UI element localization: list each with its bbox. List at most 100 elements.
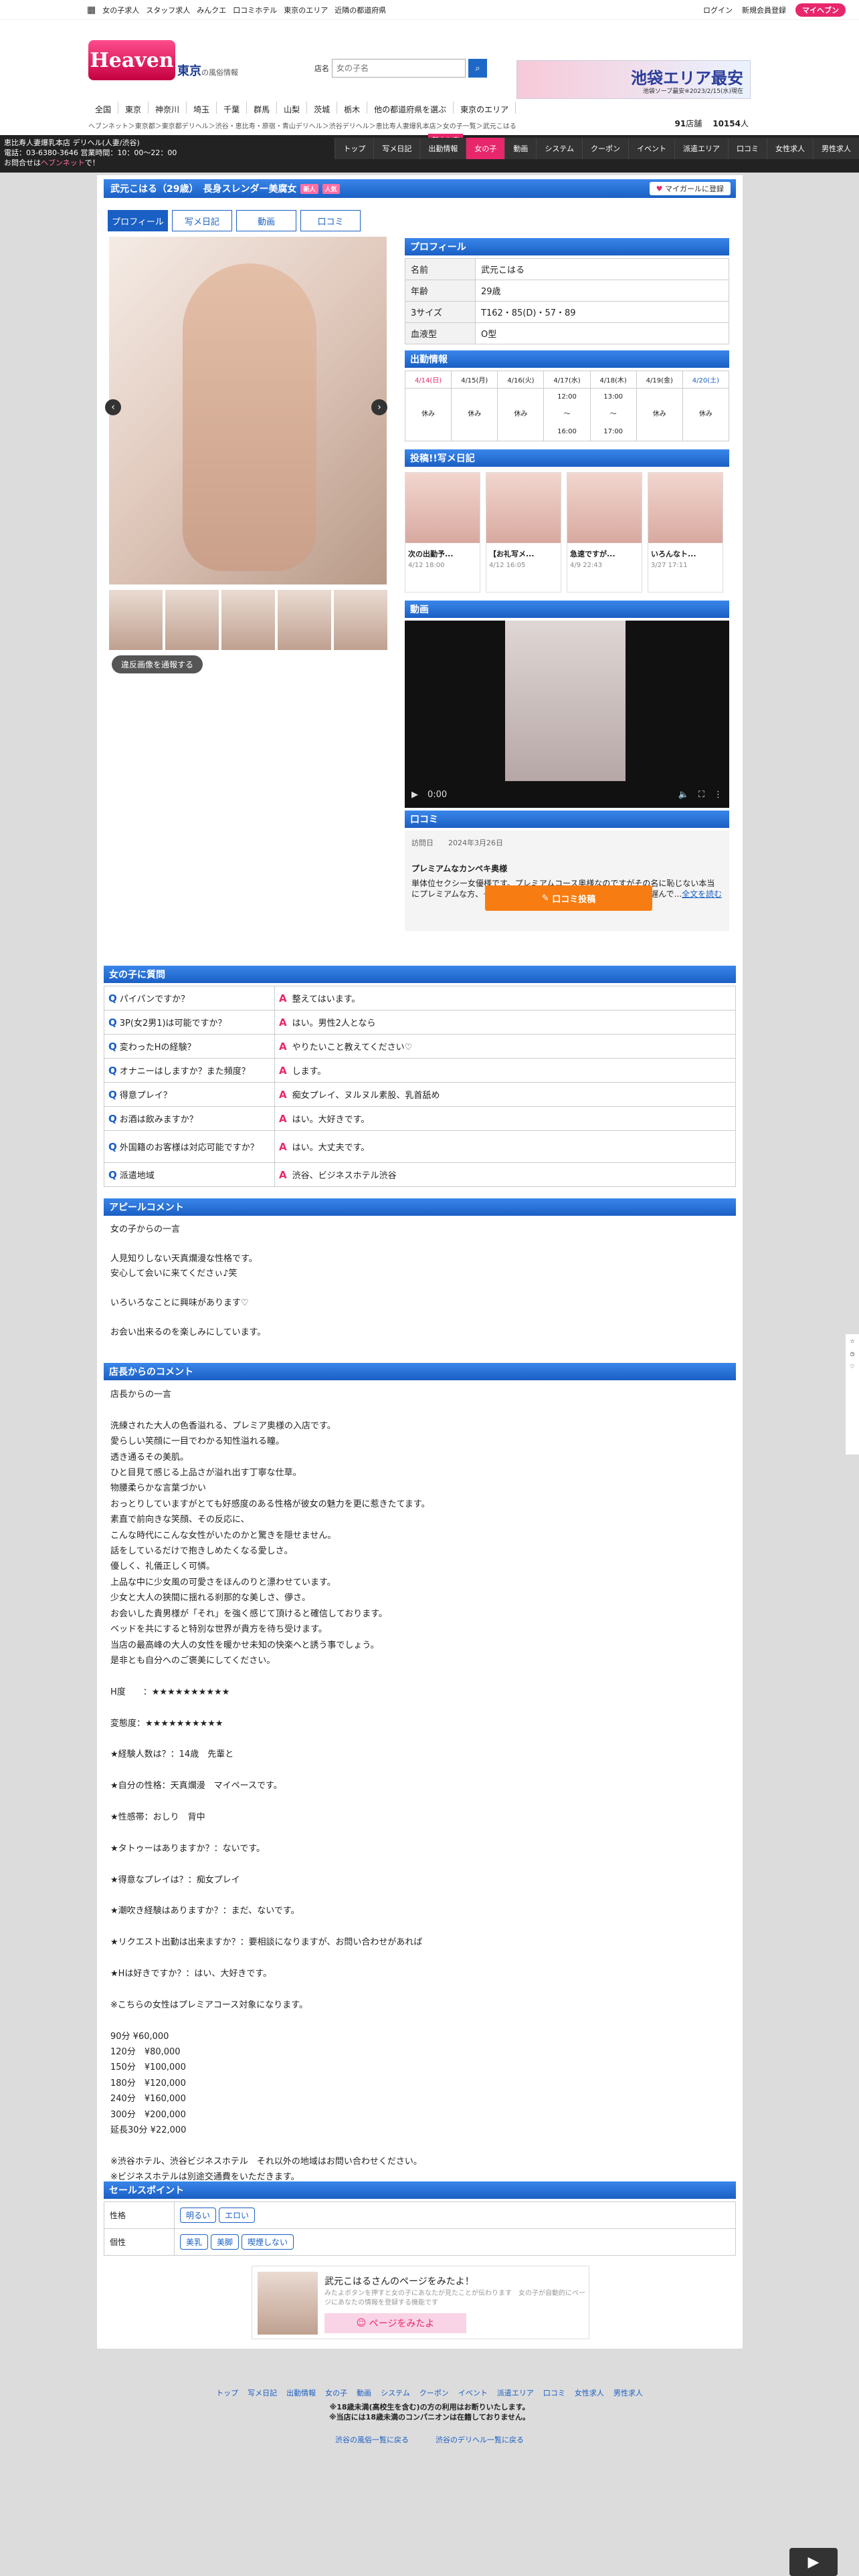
post-review-button[interactable]: ✎ 口コミ投稿 xyxy=(485,885,652,911)
shop-name[interactable]: 恵比寿人妻爆乳本店 デリヘル(人妻/渋谷) xyxy=(4,138,177,148)
main-photo[interactable] xyxy=(109,237,387,584)
shop-tab[interactable]: 女性求人 xyxy=(767,138,813,159)
footer-link[interactable]: 出勤情報 xyxy=(286,2387,316,2398)
footer-link[interactable]: 動画 xyxy=(357,2387,371,2398)
report-image-button[interactable]: 違反画像を通報する xyxy=(112,655,203,673)
profile-table: 名前 武元こはる 年齢 29歳 3サイズ T162・85(D)・57・89 血液型 O型 xyxy=(405,258,729,344)
shop-bar: 恵比寿人妻爆乳本店 デリヘル(人妻/渋谷) 電話：03-6380-3646 営業… xyxy=(0,134,859,173)
mypage-button[interactable]: マイヘブン xyxy=(795,3,846,17)
more-icon[interactable]: ⋮ xyxy=(714,790,723,800)
shop-tab[interactable]: 動画 xyxy=(504,138,537,159)
prev-arrow-icon[interactable]: ‹ xyxy=(105,399,121,415)
diary-card[interactable]: 急速ですが... 4/9 22:43 xyxy=(567,472,642,593)
smile-icon: ☺ xyxy=(356,2318,367,2329)
subtab-profile[interactable]: プロフィール xyxy=(108,210,168,231)
volume-icon[interactable]: 🔈 xyxy=(678,790,689,800)
fullscreen-icon[interactable]: ⛶ xyxy=(698,790,704,800)
shop-comment-section: 店長からのコメント 店長からの一言 洗練された大人の色香溢れる、プレミア奥様の入… xyxy=(104,1363,736,2192)
shop-tab[interactable]: 出勤情報 xyxy=(419,138,466,159)
mitayo-promo: 武元こはるさんのページをみたよ！ みたよボタンを押すと女の子にあなたが見たことが… xyxy=(252,2266,589,2339)
footer-link[interactable]: イベント xyxy=(458,2387,488,2398)
sales-pill: 明るい xyxy=(180,2208,217,2223)
thumbnail[interactable] xyxy=(165,590,219,650)
footer-sub-links: 渋谷の風俗一覧に戻る 渋谷のデリヘル一覧に戻る xyxy=(0,2434,859,2445)
toplink-minque[interactable]: みんクエ xyxy=(197,5,226,15)
search-input[interactable] xyxy=(332,59,466,78)
subtab-review[interactable]: 口コミ xyxy=(300,210,361,231)
footer-link[interactable]: 女の子 xyxy=(325,2387,347,2398)
read-more-link[interactable]: 全文を読む xyxy=(682,889,722,899)
thumbnail[interactable] xyxy=(334,590,387,650)
toplink-review-hotel[interactable]: 口コミホテル xyxy=(233,5,277,15)
play-icon[interactable]: ▶ xyxy=(789,2548,838,2576)
next-arrow-icon[interactable]: › xyxy=(371,399,387,415)
heart-icon[interactable]: ♡ xyxy=(850,1364,854,1370)
breadcrumb[interactable]: ヘブンネット＞東京都＞東京都デリヘル＞渋谷・恵比寿・原宿・青山デリヘル＞渋谷デリ… xyxy=(88,120,516,130)
toplink-staff-job[interactable]: スタッフ求人 xyxy=(146,5,190,15)
shop-tab[interactable]: 写メ日記 xyxy=(373,138,420,159)
thumbnail[interactable] xyxy=(278,590,331,650)
subtab-video[interactable]: 動画 xyxy=(236,210,296,231)
search-icon[interactable]: ⌕ xyxy=(468,59,487,78)
footer-link[interactable]: 写メ日記 xyxy=(248,2387,277,2398)
footer-link[interactable]: クーポン xyxy=(419,2387,449,2398)
thumbnail[interactable] xyxy=(221,590,275,650)
play-icon[interactable]: ▶ xyxy=(411,790,418,800)
shop-note: お問合せはヘブンネットで！ xyxy=(4,158,100,167)
my-girl-button[interactable]: ♥ マイガールに登録 xyxy=(649,182,731,195)
qa-row: Q お酒は飲みますか？ A はい。大好きです。 xyxy=(104,1106,736,1131)
back-to-deli-list[interactable]: 渋谷のデリヘル一覧に戻る xyxy=(436,2434,524,2445)
qa-row: Q 外国籍のお客様は対応可能ですか？ A はい。大丈夫です。 xyxy=(104,1130,736,1163)
shop-tab[interactable]: 派遣エリア xyxy=(674,138,728,159)
diary-card[interactable]: 【お礼写メ... 4/12 16:05 xyxy=(486,472,561,593)
shop-tab[interactable]: イベント xyxy=(628,138,674,159)
shop-tab[interactable]: クーポン xyxy=(582,138,628,159)
back-to-fuzoku-list[interactable]: 渋谷の風俗一覧に戻る xyxy=(335,2434,409,2445)
toplink-tokyo-area[interactable]: 東京のエリア xyxy=(284,5,328,15)
footer-link[interactable]: システム xyxy=(381,2387,410,2398)
site-logo[interactable]: Heaven xyxy=(88,40,175,80)
diary-card[interactable]: いろんなト... 3/27 17:11 xyxy=(648,472,723,593)
girl-title-bar: 武元こはる（29歳） 長身スレンダー美腐女 新人 人気 ♥ マイガールに登録 xyxy=(104,179,736,198)
footer-link[interactable]: 派遣エリア xyxy=(497,2387,534,2398)
shop-phone: 電話：03-6380-3646 営業時間：10：00～22：00 xyxy=(4,148,177,157)
footer-link[interactable]: 女性求人 xyxy=(575,2387,604,2398)
shop-tab[interactable]: 口コミ xyxy=(728,138,767,159)
shop-tab-active[interactable]: 女の子 xyxy=(466,138,505,159)
footer-link[interactable]: 口コミ xyxy=(543,2387,565,2398)
shop-tabs: トップ 写メ日記 出勤情報 女の子 動画 システム クーポン イベント 派遣エリ… xyxy=(335,138,859,159)
register-link[interactable]: 新規会員登録 xyxy=(742,5,786,15)
footer-link[interactable]: トップ xyxy=(216,2387,238,2398)
review-section: 口コミ 訪問日 2024年3月26日 プレミアムなカンペキ奥様 単体位セクシー女… xyxy=(405,811,729,931)
search-label: 店名 xyxy=(314,64,329,73)
thumbnail[interactable] xyxy=(109,590,163,650)
appeal-text: 女の子からの一言 人見知りしない天真爛漫な性格です。 安心して会いに来てくださぃ… xyxy=(110,1224,266,1337)
toplink-nearby-pref[interactable]: 近隣の都道府県 xyxy=(335,5,386,15)
appeal-section: アピールコメント 女の子からの一言 人見知りしない天真爛漫な性格です。 安心して… xyxy=(104,1198,736,1347)
tag-badge: 人気 xyxy=(322,183,340,194)
qa-table: Q パイパンですか？ A 整えてはいます。 Q 3P(女2男1)は可能ですか？ A はい。男… xyxy=(104,986,736,1187)
toplink-girls-job[interactable]: 女の子求人 xyxy=(102,5,139,15)
diary-heading: 投稿!!写メ日記 xyxy=(405,449,729,467)
qa-row: Q 得意プレイ？ A 痴女プレイ、ヌルヌル素股、乳首舐め xyxy=(104,1082,736,1107)
profile-section: プロフィール 名前 武元こはる 年齢 29歳 3サイズ T162・85(D)・57・8… xyxy=(405,238,729,344)
qa-row: Q 派遣地域 A 渋谷、ビジネスホテル渋谷 xyxy=(104,1162,736,1187)
grid-icon[interactable]: ▦ xyxy=(87,5,96,15)
footer-link[interactable]: 男性求人 xyxy=(613,2387,643,2398)
history-icon[interactable]: ◷ xyxy=(850,1351,855,1357)
diary-card[interactable]: 次の出勤予... 4/12 18:00 xyxy=(405,472,480,593)
ad-banner[interactable]: 池袋エリア最安 池袋ソープ最安※2023/2/15(水)現在 xyxy=(516,60,751,99)
qa-section: 女の子に質問 Q パイパンですか？ A 整えてはいます。 Q 3P(女2男1)は可能です… xyxy=(104,966,736,1187)
promo-title: 武元こはるさんのページをみたよ！ xyxy=(324,2276,474,2287)
video-player[interactable]: ▶ 0:00 🔈 ⛶ ⋮ xyxy=(405,621,729,808)
subtab-diary[interactable]: 写メ日記 xyxy=(172,210,232,231)
mitayo-button[interactable]: ☺ ページをみたよ xyxy=(324,2313,466,2333)
qa-row: Q 3P(女2男1)は可能ですか？ A はい。男性2人となら xyxy=(104,1010,736,1035)
photo-thumbnails xyxy=(109,590,387,650)
star-icon[interactable]: ☆ xyxy=(850,1338,854,1344)
shop-tab[interactable]: トップ xyxy=(335,138,374,159)
shop-tab[interactable]: システム xyxy=(536,138,582,159)
shop-tab[interactable]: 男性求人 xyxy=(813,138,859,159)
banner-title: 池袋エリア最安 xyxy=(631,68,743,88)
login-link[interactable]: ログイン xyxy=(703,5,733,15)
